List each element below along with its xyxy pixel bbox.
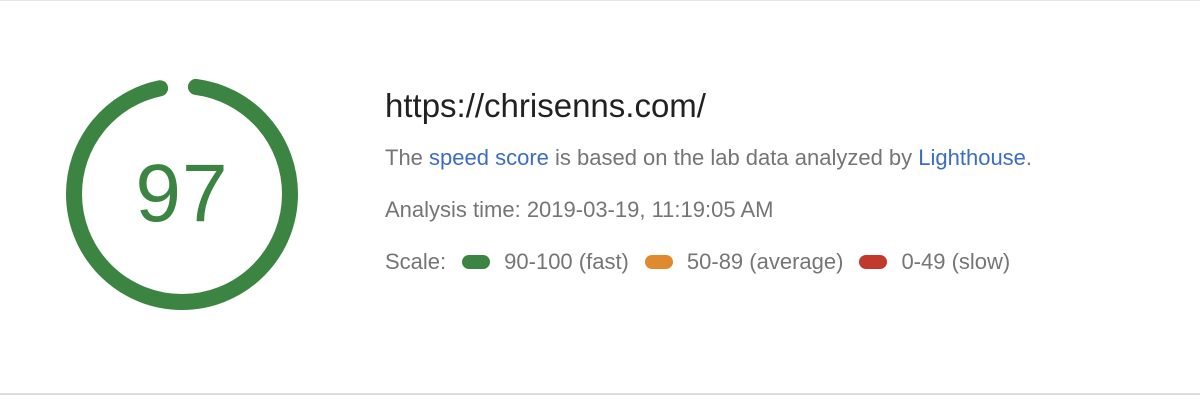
fast-indicator-icon xyxy=(462,255,491,269)
page-url: https://chrisenns.com/ xyxy=(385,87,706,124)
description-text: The xyxy=(385,145,430,170)
top-divider xyxy=(0,0,1200,1)
score-scale: Scale: 90-100 (fast) 50-89 (average) 0-4… xyxy=(385,248,1185,276)
scale-item-fast: 90-100 (fast) xyxy=(462,248,629,276)
speed-score-link[interactable]: speed score xyxy=(429,145,549,170)
scale-item-label: 0-49 (slow) xyxy=(901,249,1011,274)
analysis-time: Analysis time: 2019-03-19, 11:19:05 AM xyxy=(385,197,774,222)
bottom-divider xyxy=(0,393,1200,395)
scale-item-slow: 0-49 (slow) xyxy=(859,248,1010,276)
average-indicator-icon xyxy=(644,255,673,269)
scale-item-average: 50-89 (average) xyxy=(644,248,844,276)
score-gauge: 97 xyxy=(62,74,302,314)
score-description: The speed score is based on the lab data… xyxy=(385,144,1185,172)
description-text: is based on the lab data analyzed by xyxy=(548,145,919,170)
summary-panel: https://chrisenns.com/ The speed score i… xyxy=(385,80,1185,276)
slow-indicator-icon xyxy=(859,255,888,269)
scale-label: Scale: xyxy=(385,249,447,274)
description-text: . xyxy=(1025,145,1033,170)
scale-item-label: 90-100 (fast) xyxy=(504,249,629,274)
scale-item-label: 50-89 (average) xyxy=(686,249,844,274)
score-value: 97 xyxy=(135,148,229,239)
lighthouse-link[interactable]: Lighthouse xyxy=(918,145,1026,170)
